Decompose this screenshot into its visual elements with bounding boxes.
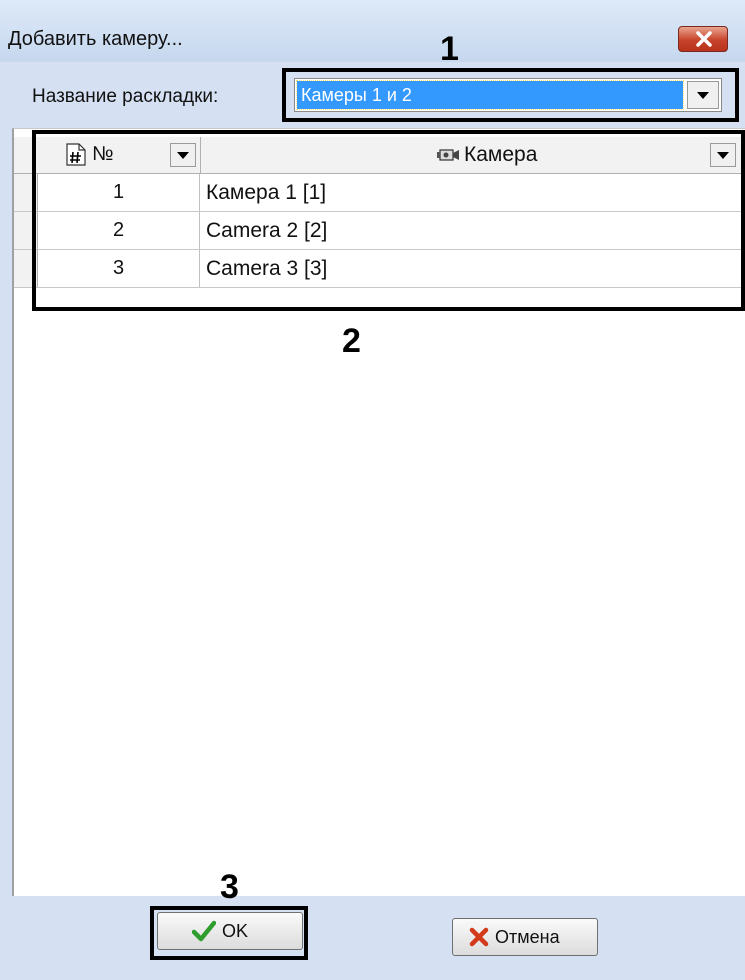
cancel-button[interactable]: Отмена (452, 918, 598, 956)
annotation-frame-2 (32, 130, 745, 311)
title-bar: Добавить камеру... (0, 0, 745, 62)
window-title: Добавить камеру... (8, 28, 183, 50)
cross-icon (469, 927, 489, 947)
close-button[interactable] (678, 26, 728, 52)
annotation-label-2: 2 (342, 322, 361, 360)
annotation-frame-1 (282, 68, 739, 122)
layout-name-label: Название раскладки: (32, 86, 219, 107)
annotation-label-1: 1 (440, 30, 459, 68)
cancel-button-label: Отмена (495, 927, 560, 947)
annotation-label-3: 3 (220, 868, 239, 906)
close-icon (696, 31, 712, 47)
annotation-frame-3 (150, 906, 308, 960)
